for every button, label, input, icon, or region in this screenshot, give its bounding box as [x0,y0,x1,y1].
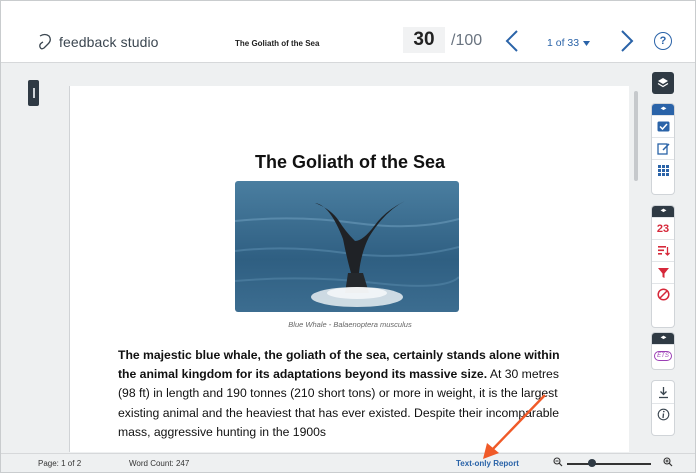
exclusions-button[interactable] [652,283,674,305]
help-icon: ? [659,35,667,47]
etc-button[interactable]: ETS [652,344,674,366]
etc-label: ETS [654,350,672,361]
checkmark-icon [657,121,669,132]
quickmark-button[interactable] [652,115,674,137]
next-paper-button[interactable] [618,29,636,53]
filters-button[interactable] [652,261,674,283]
text-only-report-link[interactable]: Text-only Report [456,459,519,468]
document-heading: The Goliath of the Sea [254,152,446,172]
previous-paper-button[interactable] [503,29,521,53]
document-paragraph: The majestic blue whale, the goliath of … [118,346,578,442]
download-icon [658,386,668,398]
layers-icon [657,78,669,88]
document-title: The Goliath of the Sea [235,39,320,48]
etc-group-header [652,333,674,344]
layers-icon [660,106,666,111]
rubric-button[interactable] [652,159,674,181]
layers-icon [660,208,666,213]
feedback-studio-window: feedback studio The Goliath of the Sea 3… [0,0,696,473]
logo: feedback studio [37,33,159,51]
filter-icon [657,246,670,256]
download-button[interactable] [652,381,674,403]
document-viewer: The Goliath of the Sea Blue Whale - Bala… [69,86,629,452]
similarity-score-button[interactable]: 23 [652,217,674,239]
grading-tools-group [652,104,674,194]
no-entry-icon [656,288,670,301]
etc-tools-group: ETS [652,333,674,369]
submission-info-button[interactable] [652,403,674,425]
grade-input[interactable]: 30 [403,27,445,53]
document-scrollbar[interactable] [634,91,638,181]
caret-down-icon [583,40,591,46]
match-overview-button[interactable] [652,239,674,261]
similarity-group-header [652,206,674,217]
help-button[interactable]: ? [654,32,672,50]
zoom-slider-track[interactable] [567,463,651,465]
top-bar: feedback studio The Goliath of the Sea 3… [1,1,695,63]
side-panel-toggle[interactable] [28,80,39,106]
grid-icon [657,165,669,176]
whale-tail-image [235,181,459,312]
similarity-tools-group: 23 [652,206,674,327]
paper-counter-label: 1 of 33 [547,37,580,49]
word-count: Word Count: 247 [129,459,190,468]
layers-icon [660,335,666,340]
feedback-summary-button[interactable] [652,137,674,159]
utility-tools-group [652,381,674,435]
logo-text: feedback studio [59,34,159,50]
image-caption: Blue Whale - Balaenoptera musculus [288,320,412,329]
similarity-score: 23 [656,222,670,235]
info-icon [657,408,669,421]
grade-max: /100 [451,32,483,49]
grading-group-header [652,104,674,115]
zoom-slider-handle[interactable] [588,459,597,467]
page-indicator: Page: 1 of 2 [38,459,82,468]
zoom-in-icon[interactable] [663,457,673,467]
edit-icon [656,143,670,155]
feedback-studio-logo-icon [39,33,51,50]
paper-selector[interactable]: 1 of 33 [547,37,591,49]
status-bar: Page: 1 of 2 Word Count: 247 Text-only R… [1,453,695,472]
layers-button[interactable] [652,72,674,94]
zoom-out-icon[interactable] [553,457,563,467]
funnel-icon [657,268,669,278]
grade-value: 30 [413,29,435,50]
